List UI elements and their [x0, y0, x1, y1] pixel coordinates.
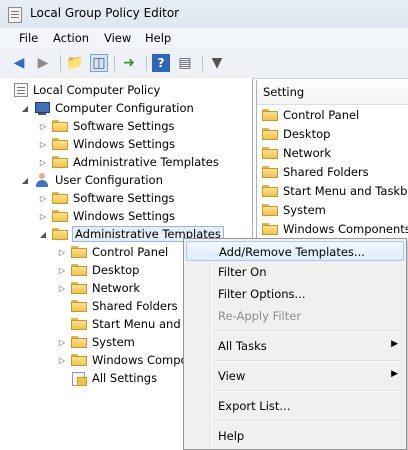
up-folder-icon[interactable]: 📁: [66, 54, 84, 72]
folder-icon: [71, 318, 87, 330]
menu-item-filter-on[interactable]: Filter On: [186, 262, 404, 282]
tree-item-uc-windows-settings[interactable]: ▷ Windows Settings: [38, 207, 175, 225]
menu-item-re-apply-filter: Re-Apply Filter: [218, 309, 302, 323]
submenu-arrow-icon: ▶: [391, 339, 398, 349]
help-icon[interactable]: ?: [152, 54, 170, 72]
toolbar: ◀ ▶ 📁 ◫ ➜ ? ▤ ▼: [0, 48, 408, 79]
folder-icon: [52, 210, 68, 222]
folder-icon: [262, 128, 278, 140]
menu-file[interactable]: File: [19, 31, 38, 45]
tree-item-uc-software-settings[interactable]: ▷ Software Settings: [38, 189, 175, 207]
folder-icon: [52, 228, 68, 240]
folder-icon: [262, 204, 278, 216]
folder-icon: [262, 109, 278, 121]
menu-help[interactable]: Help: [145, 31, 171, 45]
properties-icon[interactable]: ▤: [176, 54, 194, 72]
list-item[interactable]: Start Menu and Taskbar: [262, 182, 408, 200]
collapsed-arrow-icon[interactable]: ▷: [38, 194, 48, 203]
tree-item-system[interactable]: ▷ System: [57, 333, 135, 351]
collapsed-arrow-icon[interactable]: ▷: [38, 140, 48, 149]
collapsed-arrow-icon[interactable]: ▷: [57, 248, 67, 257]
filter-icon[interactable]: ▼: [208, 54, 226, 72]
menu-item-all-tasks[interactable]: All Tasks ▶: [186, 336, 404, 356]
collapsed-arrow-icon[interactable]: ▷: [38, 122, 48, 131]
list-item[interactable]: Network: [262, 144, 331, 162]
tree-item-local-computer-policy[interactable]: Local Computer Policy: [14, 81, 160, 99]
collapsed-arrow-icon[interactable]: ▷: [38, 158, 48, 167]
folder-icon: [262, 166, 278, 178]
window-title: Local Group Policy Editor: [30, 6, 180, 20]
policy-editor-app-icon: [8, 7, 22, 23]
forward-arrow-icon[interactable]: ▶: [34, 54, 52, 72]
menu-separator: [214, 330, 402, 332]
computer-icon: [34, 101, 50, 115]
collapsed-arrow-icon[interactable]: ▷: [57, 338, 67, 347]
toolbar-separator: [202, 55, 203, 71]
show-hide-console-tree-icon[interactable]: ◫: [90, 54, 108, 72]
folder-icon: [52, 120, 68, 132]
submenu-arrow-icon: ▶: [391, 369, 398, 379]
folder-icon: [52, 156, 68, 168]
menu-item-add-remove-templates[interactable]: Add/Remove Templates...: [186, 241, 404, 261]
tree-item-windows-components[interactable]: ▷ Windows Compo: [57, 351, 188, 369]
menu-item-filter-options[interactable]: Filter Options...: [186, 284, 404, 304]
back-arrow-icon[interactable]: ◀: [10, 54, 28, 72]
folder-icon: [71, 264, 87, 276]
folder-icon: [262, 223, 278, 235]
folder-icon: [71, 300, 87, 312]
toolbar-separator: [60, 55, 61, 71]
all-settings-icon: [71, 371, 87, 386]
expanded-arrow-icon[interactable]: ◢: [38, 230, 48, 239]
tree-item-start-menu[interactable]: Start Menu and T: [57, 315, 191, 333]
menu-action[interactable]: Action: [53, 31, 89, 45]
tree-item-user-configuration[interactable]: ◢ User Configuration: [20, 171, 163, 189]
folder-icon: [71, 336, 87, 348]
menu-separator: [214, 420, 402, 422]
tree-item-control-panel[interactable]: ▷ Control Panel: [57, 243, 168, 261]
folder-icon: [262, 185, 278, 197]
menu-item-view[interactable]: View ▶: [186, 366, 404, 386]
collapsed-arrow-icon[interactable]: ▷: [57, 266, 67, 275]
tree-item-all-settings[interactable]: All Settings: [57, 369, 157, 387]
menu-bar: File Action View Help: [0, 28, 408, 48]
list-item[interactable]: Shared Folders: [262, 163, 369, 181]
collapsed-arrow-icon[interactable]: ▷: [57, 284, 67, 293]
folder-icon: [71, 354, 87, 366]
tree-item-cc-administrative-templates[interactable]: ▷ Administrative Templates: [38, 153, 219, 171]
expanded-arrow-icon[interactable]: ◢: [20, 104, 30, 113]
folder-icon: [71, 246, 87, 258]
collapsed-arrow-icon[interactable]: ▷: [57, 356, 67, 365]
list-item[interactable]: Windows Components: [262, 220, 408, 238]
export-list-icon[interactable]: ➜: [120, 54, 138, 72]
folder-icon: [52, 138, 68, 150]
context-menu: Add/Remove Templates... Filter On Filter…: [183, 238, 407, 450]
toolbar-separator: [146, 55, 147, 71]
column-header-setting[interactable]: Setting: [257, 80, 408, 105]
expanded-arrow-icon[interactable]: ◢: [20, 176, 30, 185]
user-icon: [34, 173, 50, 187]
list-item[interactable]: Desktop: [262, 125, 330, 143]
folder-icon: [52, 192, 68, 204]
title-bar: Local Group Policy Editor: [0, 0, 408, 29]
tree-item-cc-software-settings[interactable]: ▷ Software Settings: [38, 117, 175, 135]
tree-item-computer-configuration[interactable]: ◢ Computer Configuration: [20, 99, 194, 117]
list-item[interactable]: Control Panel: [262, 106, 359, 124]
tree-item-cc-windows-settings[interactable]: ▷ Windows Settings: [38, 135, 175, 153]
tree-item-shared-folders[interactable]: Shared Folders: [57, 297, 178, 315]
menu-item-export-list[interactable]: Export List...: [186, 396, 404, 416]
folder-icon: [71, 282, 87, 294]
menu-separator: [214, 360, 402, 362]
toolbar-separator: [114, 55, 115, 71]
menu-view[interactable]: View: [104, 31, 131, 45]
tree-item-desktop[interactable]: ▷ Desktop: [57, 261, 140, 279]
tree-item-network[interactable]: ▷ Network: [57, 279, 140, 297]
collapsed-arrow-icon[interactable]: ▷: [38, 212, 48, 221]
list-item[interactable]: System: [262, 201, 326, 219]
menu-item-help[interactable]: Help: [186, 426, 404, 446]
folder-icon: [262, 147, 278, 159]
policy-icon: [14, 83, 28, 97]
menu-separator: [214, 390, 402, 392]
